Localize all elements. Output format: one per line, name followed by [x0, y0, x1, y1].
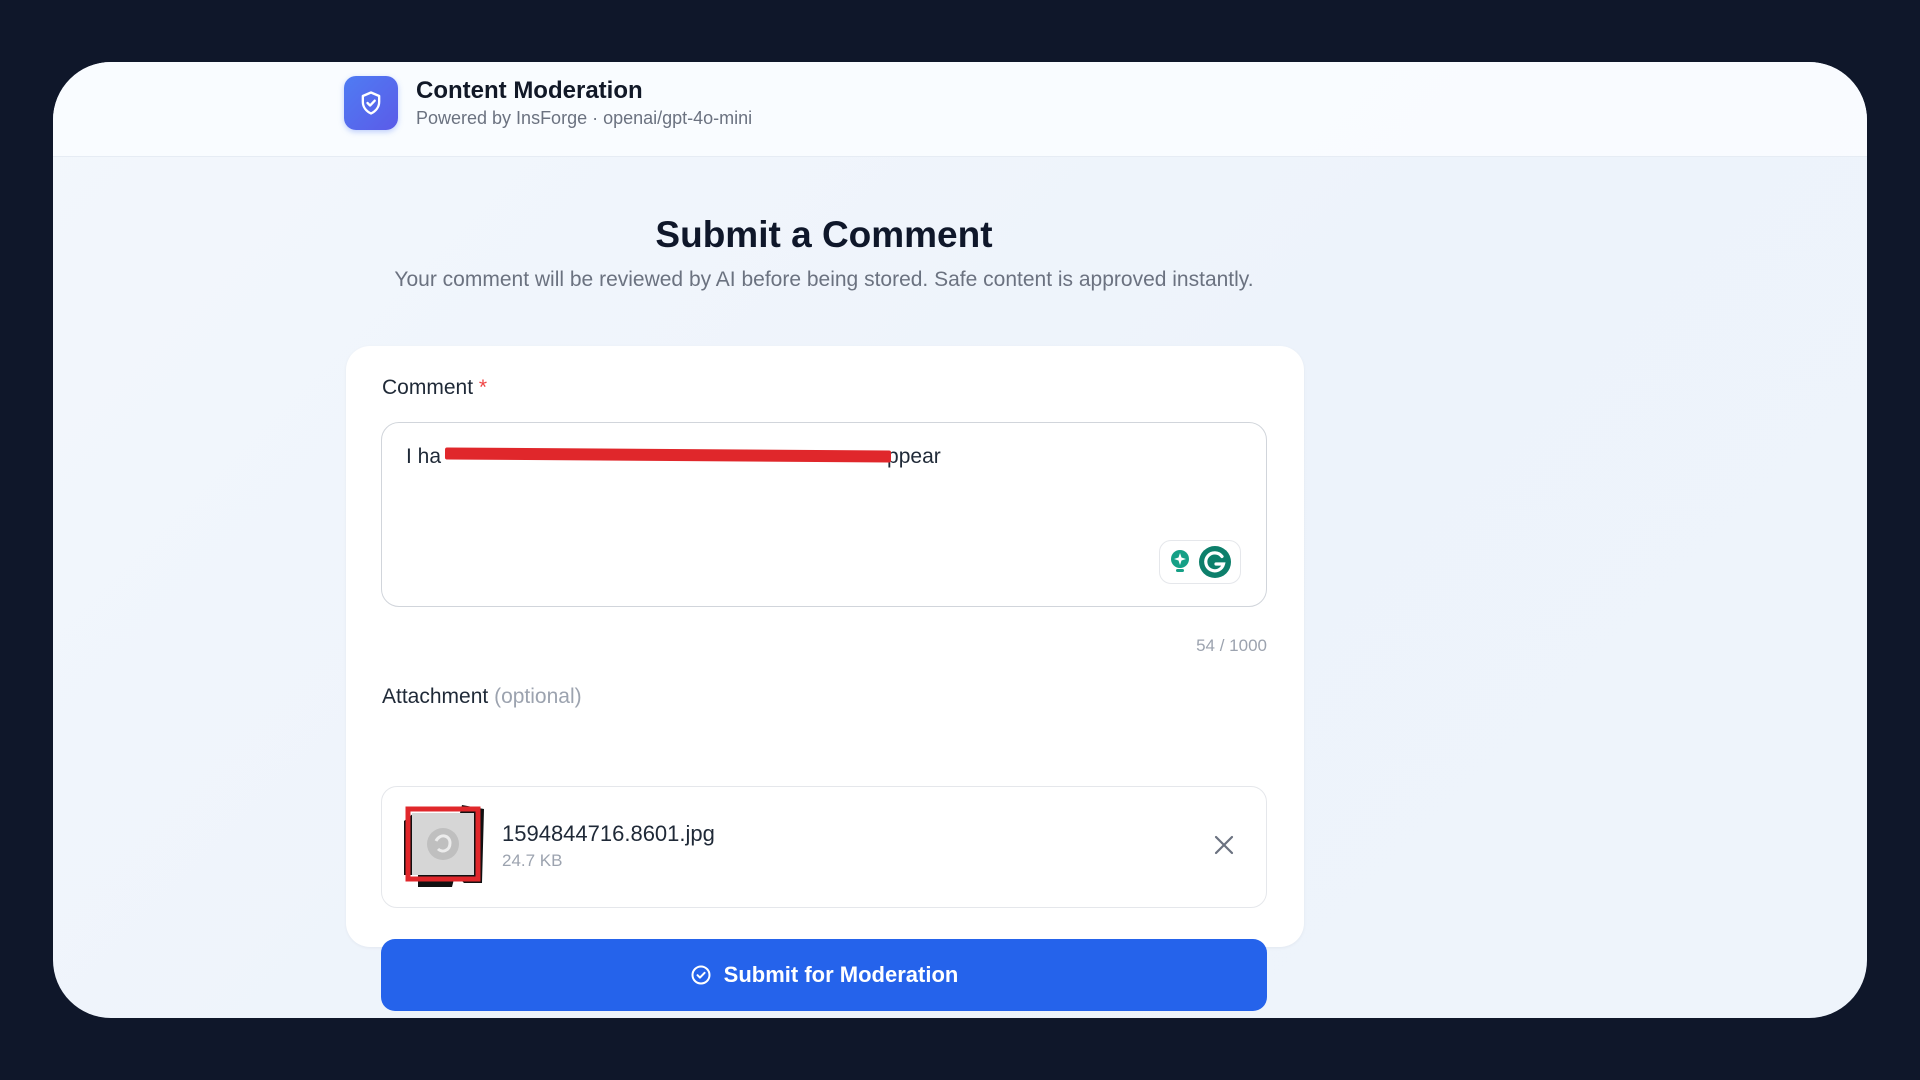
shield-check-icon — [361, 91, 381, 115]
submit-button[interactable]: Submit for Moderation — [381, 939, 1267, 1011]
remove-attachment-button[interactable] — [1210, 831, 1238, 859]
app-header: Content Moderation Powered by InsForge ·… — [53, 62, 1867, 157]
app-title: Content Moderation — [416, 77, 643, 104]
app-window: Content Moderation Powered by InsForge ·… — [53, 62, 1867, 1018]
attachment-thumbnail[interactable] — [400, 803, 486, 889]
close-icon[interactable] — [1213, 834, 1235, 856]
comment-label-text: Comment — [382, 376, 474, 399]
required-marker: * — [478, 376, 488, 399]
app-logo — [344, 76, 398, 130]
grammarly-widget[interactable] — [1159, 540, 1241, 584]
comment-textarea[interactable]: I ha ppear — [381, 422, 1267, 607]
comment-text-start: I ha — [406, 445, 442, 468]
page-description: Your comment will be reviewed by AI befo… — [394, 268, 1254, 291]
page-title: Submit a Comment — [655, 214, 993, 255]
attachment-file-size: 24.7 KB — [502, 851, 563, 870]
comment-form: Comment * I ha ppear 54 / 1000 Attachmen… — [346, 346, 1304, 1011]
app-subtitle: Powered by InsForge · openai/gpt-4o-mini — [416, 108, 753, 128]
lightbulb-icon[interactable] — [1168, 548, 1192, 576]
check-circle-icon — [691, 965, 711, 985]
submit-button-label: Submit for Moderation — [723, 962, 959, 987]
attachment-file-name: 1594844716.8601.jpg — [502, 821, 715, 846]
attachment-label-text: Attachment — [382, 685, 489, 708]
comment-label: Comment * — [382, 376, 487, 400]
attachment-optional-hint: (optional) — [494, 685, 582, 708]
attachment-preview: 1594844716.8601.jpg 24.7 KB — [381, 786, 1267, 908]
character-count: 54 / 1000 — [1196, 636, 1267, 655]
attachment-label: Attachment (optional) — [382, 685, 582, 709]
comment-text-end: ppear — [887, 445, 941, 468]
grammarly-icon[interactable] — [1198, 545, 1232, 579]
